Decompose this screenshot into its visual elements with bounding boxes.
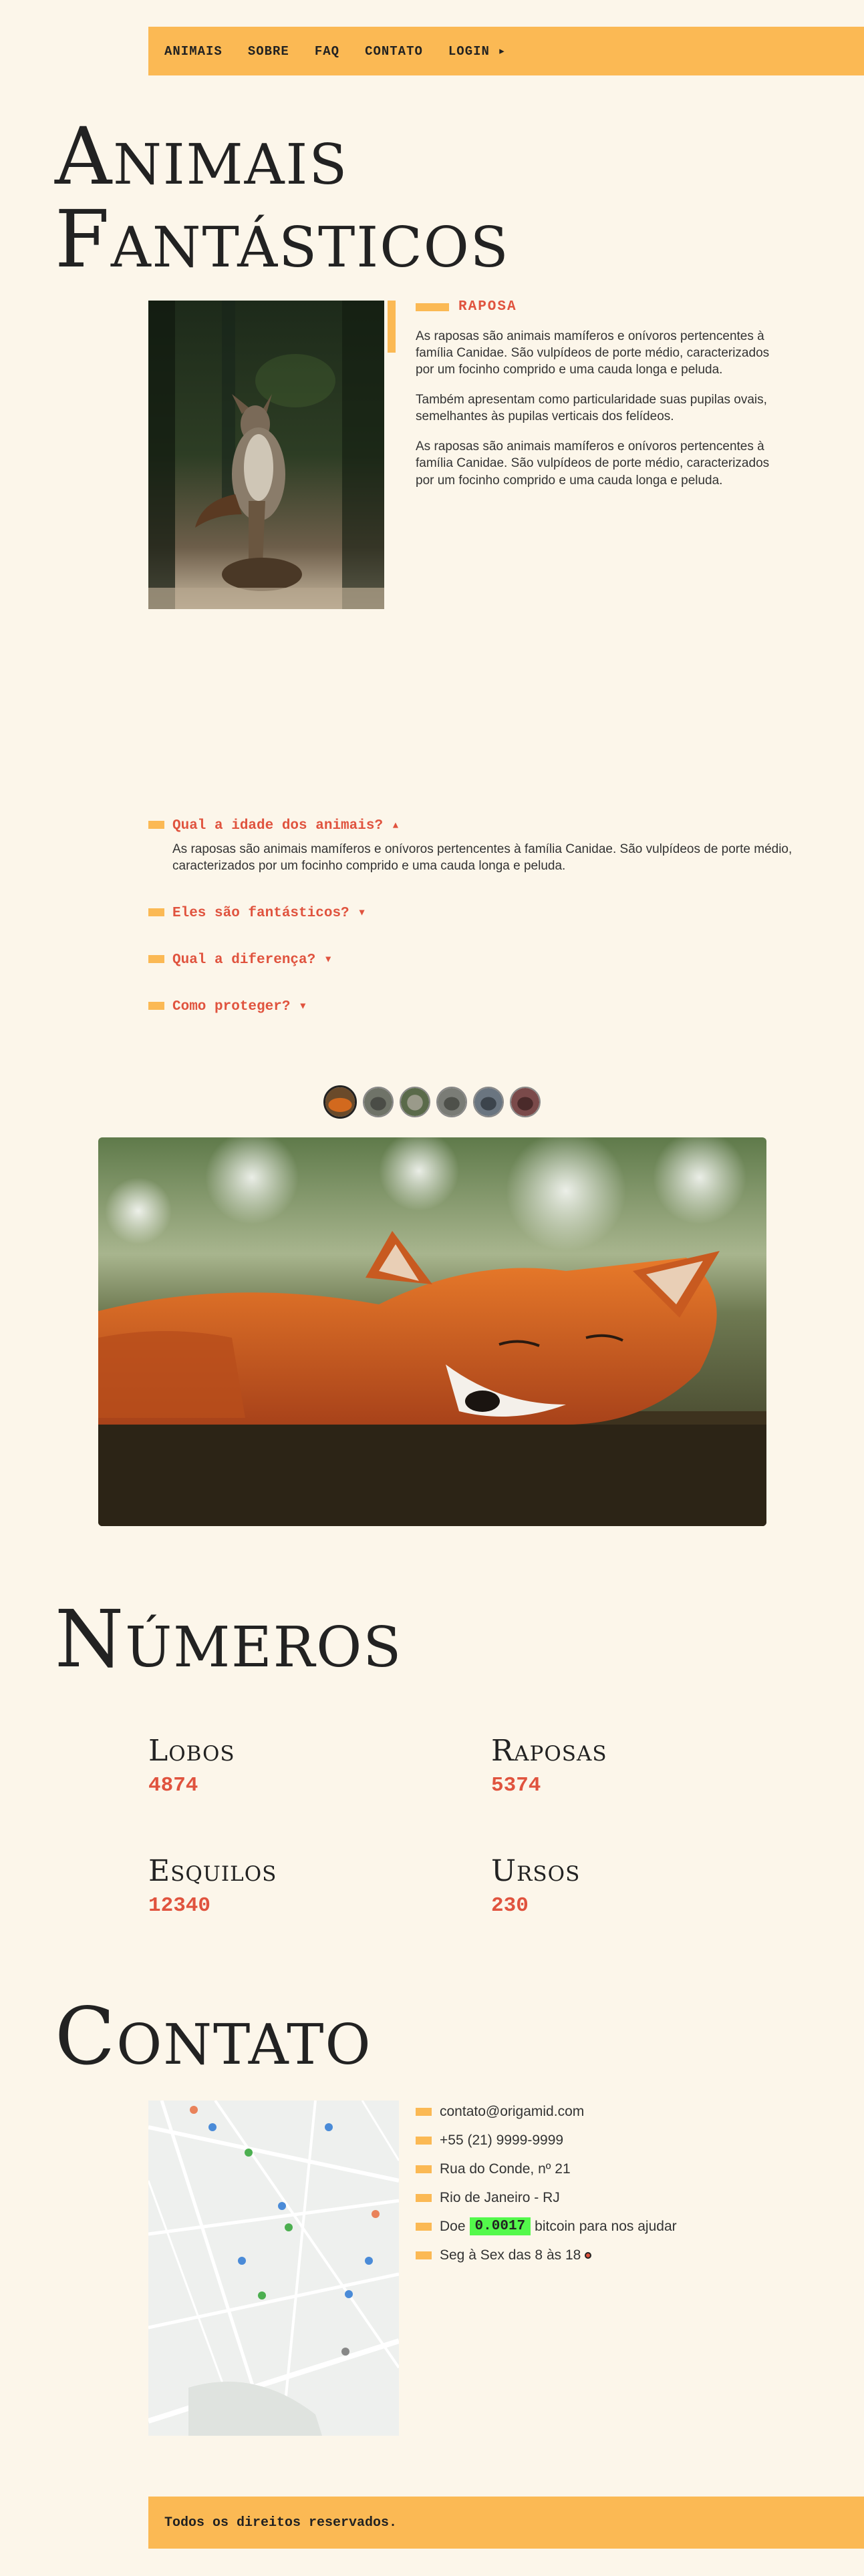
animal-paragraph: Também apresentam como particularidade s…: [416, 393, 767, 424]
animais-title-line2: Fantásticos: [55, 193, 510, 285]
contact-city: Rio de Janeiro - RJ: [440, 2189, 560, 2205]
animal-paragraph: As raposas são animais mamíferos e onívo…: [416, 329, 770, 377]
btc-value: 0.0017: [469, 2217, 531, 2235]
contact-email[interactable]: contato@origamid.com: [440, 2104, 584, 2120]
label-dash: [416, 303, 449, 311]
slide-main-image[interactable]: [98, 1137, 766, 1526]
number-name: Ursos: [491, 1854, 581, 1888]
main-nav: ANIMAIS SOBRE FAQ CONTATO LOGIN ▸: [148, 27, 864, 75]
nav-link-animais[interactable]: ANIMAIS: [164, 44, 223, 59]
slide-thumb-animal[interactable]: [436, 1087, 467, 1117]
number-name: Esquilos: [148, 1854, 277, 1888]
contact-info-list: contato@origamid.com +55 (21) 9999-9999 …: [416, 2097, 677, 2269]
faq-question[interactable]: Como proteger? ▾: [148, 997, 817, 1015]
animal-menu-active-bar: [388, 301, 396, 353]
faq-dash: [148, 955, 164, 964]
contact-city-row: Rio de Janeiro - RJ: [416, 2183, 677, 2212]
contact-email-row: contato@origamid.com: [416, 2097, 677, 2126]
contact-dash: [416, 2107, 432, 2116]
faq-question-text[interactable]: Como proteger? ▾: [172, 997, 307, 1015]
number-item-esquilos: Esquilos 12340: [148, 1854, 277, 1918]
number-value: 4874: [148, 1774, 198, 1797]
number-value: 12340: [148, 1894, 211, 1917]
contact-dash: [416, 2222, 432, 2231]
contact-dash: [416, 2136, 432, 2145]
faq-item: Como proteger? ▾: [148, 997, 817, 1015]
nav-link-contato[interactable]: CONTATO: [365, 44, 423, 59]
contact-phone-row: +55 (21) 9999-9999: [416, 2126, 677, 2155]
slide-thumbnails: [323, 1085, 541, 1119]
donate-prefix: Doe: [440, 2218, 466, 2234]
animal-paragraph: As raposas são animais mamíferos e onívo…: [416, 439, 770, 488]
slide-thumb-animal[interactable]: [510, 1087, 541, 1117]
faq-item: Qual a idade dos animais? ▴ As raposas s…: [148, 816, 817, 874]
number-item-lobos: Lobos 4874: [148, 1734, 235, 1798]
faq-question[interactable]: Qual a diferença? ▾: [148, 950, 817, 968]
faq-item: Qual a diferença? ▾: [148, 950, 817, 968]
animal-description: RAPOSA As raposas são animais mamíferos …: [416, 299, 790, 502]
faq-dash: [148, 1002, 164, 1010]
number-item-raposas: Raposas 5374: [491, 1734, 607, 1798]
donate-suffix: bitcoin para nos ajudar: [535, 2218, 677, 2234]
nav-link-faq[interactable]: FAQ: [315, 44, 339, 59]
faq-item: Eles são fantásticos? ▾: [148, 904, 817, 921]
contact-address: Rua do Conde, nº 21: [440, 2161, 571, 2177]
faq-dash: [148, 908, 164, 917]
slide-thumb-fox[interactable]: [323, 1085, 357, 1119]
number-name: Raposas: [491, 1734, 607, 1768]
contact-dash: [416, 2251, 432, 2259]
contact-donate-row: Doe 0.0017 bitcoin para nos ajudar: [416, 2212, 677, 2241]
contact-dash: [416, 2165, 432, 2173]
faq-question-text[interactable]: Eles são fantásticos? ▾: [172, 904, 366, 921]
faq-list: Qual a idade dos animais? ▴ As raposas s…: [148, 816, 817, 1044]
nav-link-login[interactable]: LOGIN ▸: [448, 43, 507, 59]
faq-question[interactable]: Eles são fantásticos? ▾: [148, 904, 817, 921]
slide-thumb-animal[interactable]: [473, 1087, 504, 1117]
contact-hours-row: Seg à Sex das 8 às 18: [416, 2241, 677, 2269]
animal-label-row: RAPOSA: [416, 299, 790, 315]
faq-question-text[interactable]: Qual a diferença? ▾: [172, 950, 332, 968]
number-item-ursos: Ursos 230: [491, 1854, 581, 1918]
slide-thumb-wolf[interactable]: [363, 1087, 394, 1117]
numeros-title: Números: [55, 1593, 403, 1685]
faq-answer: As raposas são animais mamíferos e onívo…: [172, 842, 793, 873]
animais-title: Animais Fantásticos: [55, 117, 510, 279]
slide-thumb-animal[interactable]: [400, 1087, 430, 1117]
faq-question[interactable]: Qual a idade dos animais? ▴: [148, 816, 817, 834]
contact-hours: Seg à Sex das 8 às 18: [440, 2247, 581, 2263]
contato-title: Contato: [55, 1990, 372, 2082]
number-value: 5374: [491, 1774, 541, 1797]
contact-address-row: Rua do Conde, nº 21: [416, 2155, 677, 2183]
nav-link-sobre[interactable]: SOBRE: [248, 44, 289, 59]
status-dot-icon: [585, 2251, 592, 2259]
animais-title-line1: Animais: [55, 110, 349, 202]
map[interactable]: [148, 2100, 399, 2436]
contact-phone[interactable]: +55 (21) 9999-9999: [440, 2133, 563, 2149]
number-value: 230: [491, 1894, 529, 1917]
footer: Todos os direitos reservados.: [148, 2497, 864, 2549]
contact-dash: [416, 2193, 432, 2202]
fox-photo[interactable]: [148, 301, 384, 609]
footer-text: Todos os direitos reservados.: [164, 2515, 398, 2531]
number-name: Lobos: [148, 1734, 235, 1768]
faq-question-text[interactable]: Qual a idade dos animais? ▴: [172, 816, 400, 834]
animal-label: RAPOSA: [458, 299, 517, 315]
faq-dash: [148, 821, 164, 829]
